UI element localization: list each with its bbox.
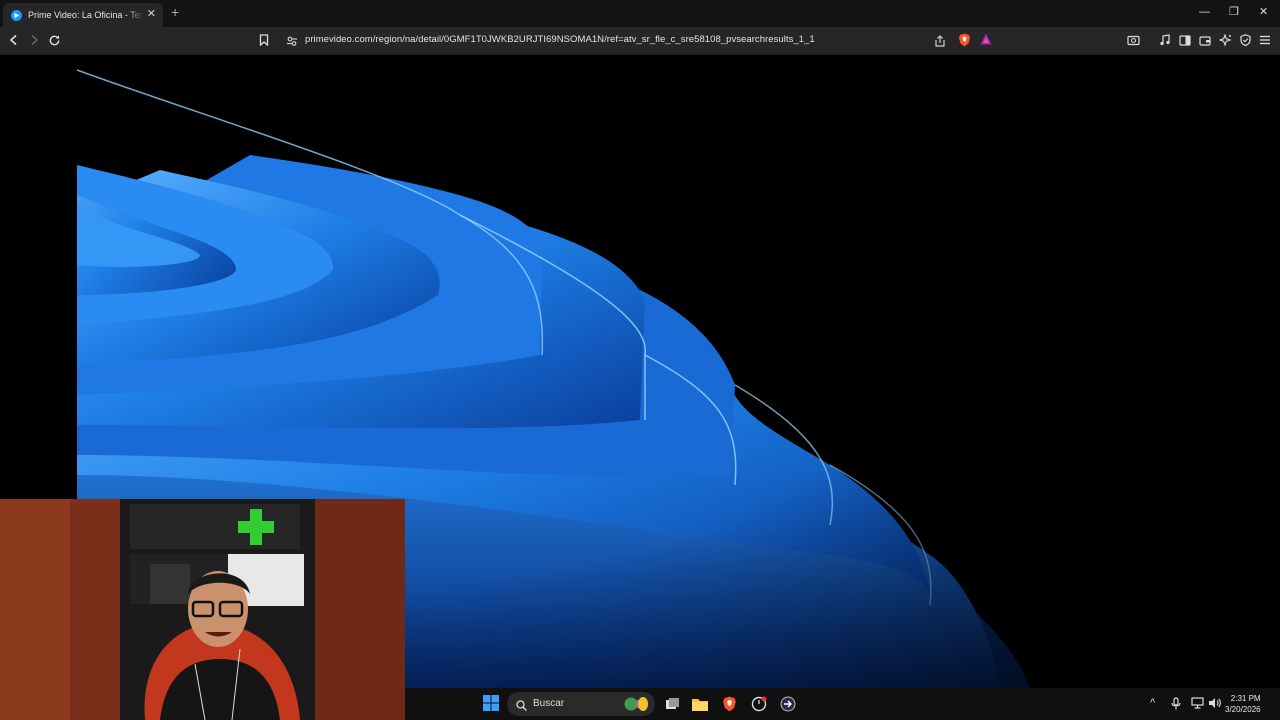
minimize-button[interactable]: — [1199,6,1210,18]
brave-shields-icon[interactable] [958,33,971,47]
browser-toolbar: primevideo.com/region/na/detail/0GMF1T0J… [0,27,1280,55]
app-icon-timer[interactable] [749,694,769,714]
site-info-icon[interactable] [286,34,298,52]
taskbar-search[interactable]: Buscar [507,692,655,716]
brave-rewards-icon[interactable] [980,33,992,51]
clock-date: 3/20/2026 [1225,705,1261,714]
menu-icon[interactable] [1257,32,1273,48]
screenshot-icon[interactable] [1125,32,1141,48]
leo-ai-icon[interactable] [1217,32,1233,48]
network-icon[interactable] [1191,697,1204,712]
sidebar-icon[interactable] [1177,32,1193,48]
search-icon [516,698,527,716]
back-icon[interactable] [6,32,22,48]
url-text: primevideo.com/region/na/detail/0GMF1T0J… [305,34,815,45]
new-tab-button[interactable]: + [171,5,179,19]
tab-close-icon[interactable]: ✕ [147,9,156,20]
close-window-button[interactable]: ✕ [1259,6,1268,18]
windows-taskbar: Buscar ^ 2:31 PM 3/20/2026 [405,688,1280,720]
brave-browser-taskbar-icon[interactable] [719,694,739,714]
address-bar[interactable]: primevideo.com/region/na/detail/0GMF1T0J… [280,30,1000,51]
search-label: Buscar [533,698,565,709]
restore-button[interactable]: ❐ [1229,6,1239,18]
media-icon[interactable] [1157,32,1173,48]
tab-strip: Prime Video: La Oficina - Temporada 1 ✕ … [0,0,1280,27]
search-highlight-icon [623,696,649,717]
volume-icon[interactable] [1208,697,1221,712]
file-explorer-icon[interactable] [690,694,710,714]
windows-start-icon[interactable] [483,695,501,713]
task-view-icon[interactable] [662,694,682,714]
tab-title: Prime Video: La Oficina - Temporada 1 [28,10,144,20]
app-icon-arrow[interactable] [778,694,798,714]
vpn-shield-icon[interactable] [1237,32,1253,48]
forward-icon[interactable] [26,32,42,48]
microphone-icon[interactable] [1171,697,1181,713]
prime-video-play-icon [11,9,22,21]
bookmark-icon[interactable] [256,32,272,48]
tab-prime-video[interactable]: Prime Video: La Oficina - Temporada 1 ✕ [3,3,163,27]
reload-icon[interactable] [46,32,62,48]
streamer-webcam-image [0,499,405,720]
webcam-overlay [0,499,405,720]
system-clock[interactable]: 2:31 PM 3/20/2026 [1225,693,1261,715]
share-icon[interactable] [934,34,946,52]
tray-overflow-chevron[interactable]: ^ [1150,697,1155,709]
clock-time: 2:31 PM [1230,694,1261,703]
wallet-icon[interactable] [1197,32,1213,48]
